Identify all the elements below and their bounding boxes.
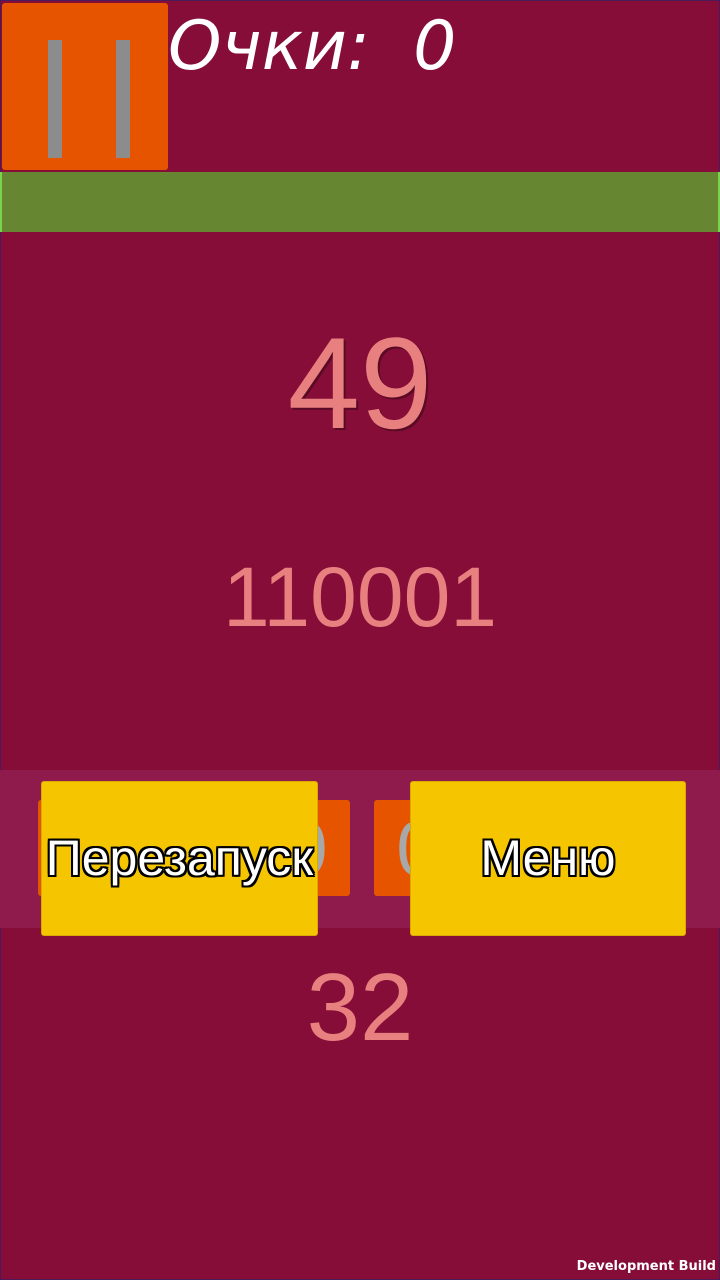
score-label: Очки: 0 <box>168 7 457 86</box>
pause-button[interactable] <box>2 3 168 170</box>
current-value-number: 32 <box>306 954 414 1061</box>
pause-icon <box>48 40 62 158</box>
pause-icon-bar <box>116 40 130 158</box>
timer-progress-bar <box>0 172 720 232</box>
target-decimal-number: 49 <box>287 310 433 456</box>
restart-button[interactable]: Перезапуск <box>42 782 317 935</box>
target-binary-number: 110001 <box>222 550 498 644</box>
menu-button[interactable]: Меню <box>411 782 685 935</box>
development-build-label: Development Build <box>576 1259 716 1274</box>
